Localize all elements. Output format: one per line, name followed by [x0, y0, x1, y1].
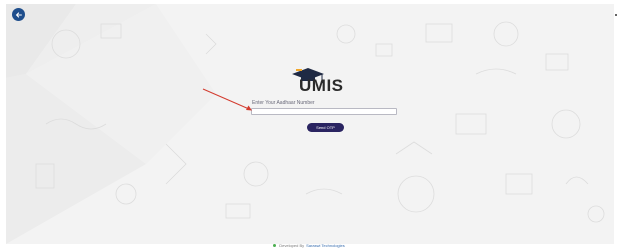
footer: Developed By Saraswi Technologies: [0, 242, 618, 248]
back-button[interactable]: [12, 8, 25, 21]
footer-prefix: Developed By: [279, 242, 305, 248]
menu-dot: [615, 14, 617, 16]
arrow-left-icon: [15, 11, 22, 18]
app-logo-text: UMIS: [299, 76, 344, 95]
aadhaar-number-input[interactable]: [251, 108, 397, 115]
aadhaar-field-label: Enter Your Aadhaar Number: [252, 100, 315, 106]
send-otp-button[interactable]: Send OTP: [307, 123, 344, 132]
annotation-arrow: [202, 88, 252, 111]
footer-brand-link[interactable]: Saraswi Technologies: [306, 243, 345, 248]
login-page: UMIS Enter Your Aadhaar Number Send OTP: [6, 4, 614, 244]
status-dot-icon: [273, 243, 277, 247]
